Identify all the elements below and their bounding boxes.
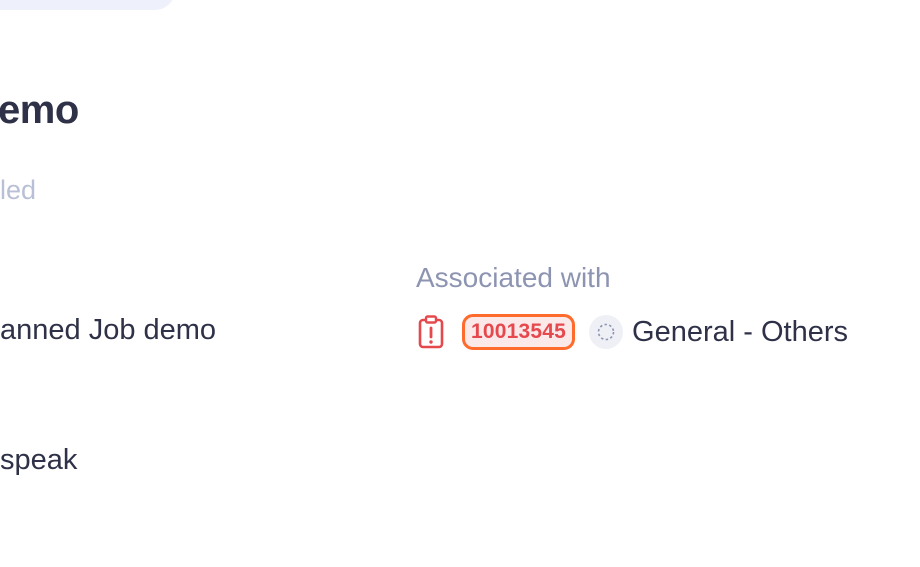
job-status: led [0,175,37,205]
clipboard-alert-icon [416,314,446,350]
job-name-value: anned Job demo [0,314,217,346]
job-id-link[interactable]: 10013545 [462,314,576,350]
category-label: General - Others [632,315,849,348]
associated-with-label: Associated with [416,262,611,293]
page-title: emo [0,88,79,132]
top-tab-pill[interactable] [0,0,175,10]
dashed-circle-icon [589,315,624,349]
language-value: speak [0,444,78,476]
job-id-text: 10013545 [471,320,567,343]
associated-with-row: 10013545 General - Others [416,311,848,353]
